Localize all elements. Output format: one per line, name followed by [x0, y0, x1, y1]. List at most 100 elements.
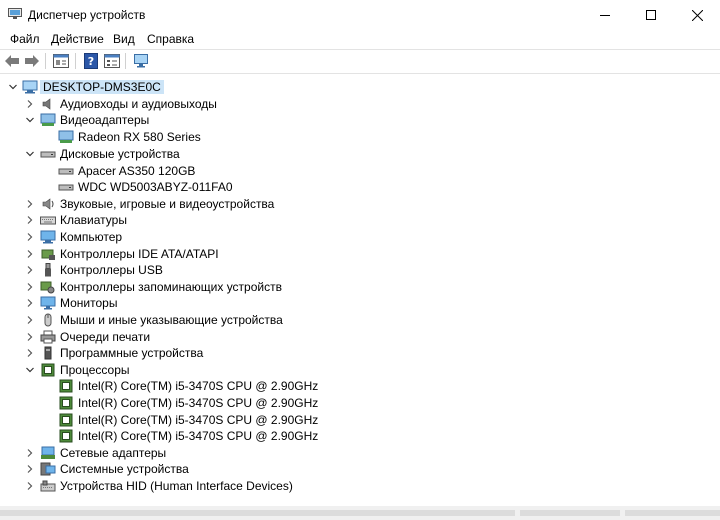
chevron-right-icon[interactable]: [25, 99, 35, 109]
tree-item-label: Apacer AS350 120GB: [78, 164, 196, 178]
tree-item[interactable]: Контроллеры IDE ATA/ATAPI: [0, 246, 720, 263]
tree-item[interactable]: Очереди печати: [0, 329, 720, 346]
usb-icon: [45, 263, 51, 277]
maximize-icon: [646, 10, 656, 20]
chevron-right-icon[interactable]: [25, 199, 35, 209]
tree-item-label: WDC WD5003ABYZ-011FA0: [78, 180, 233, 194]
chevron-right-icon[interactable]: [25, 481, 35, 491]
tree-item-label: Клавиатуры: [60, 213, 127, 227]
chevron-right-icon[interactable]: [25, 298, 35, 308]
tree-item-label: Контроллеры USB: [60, 263, 163, 277]
tree-root-label: DESKTOP-DMS3E0C: [40, 80, 164, 94]
menu-view[interactable]: Вид: [113, 32, 135, 46]
mouse-icon: [44, 313, 52, 327]
back-button[interactable]: [3, 52, 21, 70]
scrollbar-thumb[interactable]: [0, 510, 515, 516]
chevron-right-icon[interactable]: [25, 282, 35, 292]
processor-icon: [59, 396, 73, 410]
display-adapter-icon: [58, 130, 74, 143]
tree-item-child[interactable]: Apacer AS350 120GB: [0, 163, 720, 180]
chevron-right-icon[interactable]: [25, 215, 35, 225]
device-manager-icon: [8, 8, 22, 20]
tree-item[interactable]: Сетевые адаптеры: [0, 445, 720, 462]
tree-item[interactable]: Устройства HID (Human Interface Devices): [0, 478, 720, 495]
tree-item-label: Intel(R) Core(TM) i5-3470S CPU @ 2.90GHz: [78, 429, 319, 443]
tree-item-label: Intel(R) Core(TM) i5-3470S CPU @ 2.90GHz: [78, 379, 319, 393]
tree-item[interactable]: Мониторы: [0, 295, 720, 312]
device-tree: DESKTOP-DMS3E0C Аудиовходы и аудиовыходы…: [0, 76, 720, 506]
hid-icon: [40, 480, 56, 492]
toolbar-separator-line: [0, 73, 720, 74]
forward-button[interactable]: [23, 52, 41, 70]
tree-item-child[interactable]: Intel(R) Core(TM) i5-3470S CPU @ 2.90GHz: [0, 412, 720, 429]
tree-item-label: Программные устройства: [60, 346, 204, 360]
tree-item-label: Аудиовходы и аудиовыходы: [60, 97, 217, 111]
tree-item[interactable]: Контроллеры USB: [0, 262, 720, 279]
tree-item[interactable]: Мыши и иные указывающие устройства: [0, 312, 720, 329]
tree-item-label: Компьютер: [60, 230, 123, 244]
tree-item-child[interactable]: Intel(R) Core(TM) i5-3470S CPU @ 2.90GHz: [0, 378, 720, 395]
processor-icon: [59, 413, 73, 427]
chevron-down-icon[interactable]: [8, 82, 18, 92]
display-adapter-icon: [40, 113, 56, 126]
tree-item-label: Очереди печати: [60, 330, 151, 344]
properties-button[interactable]: [52, 52, 70, 70]
chevron-right-icon[interactable]: [25, 265, 35, 275]
chevron-right-icon[interactable]: [25, 464, 35, 474]
chevron-down-icon[interactable]: [25, 149, 35, 159]
minimize-button[interactable]: [582, 0, 628, 30]
tree-item-label: Intel(R) Core(TM) i5-3470S CPU @ 2.90GHz: [78, 396, 319, 410]
toolbar: ?: [0, 50, 720, 72]
chevron-down-icon[interactable]: [25, 365, 35, 375]
chevron-down-icon[interactable]: [25, 115, 35, 125]
tree-item[interactable]: Дисковые устройства: [0, 146, 720, 163]
printer-icon: [40, 330, 56, 344]
tree-item-label: Мыши и иные указывающие устройства: [60, 313, 283, 327]
computer-icon: [22, 80, 38, 94]
chevron-right-icon[interactable]: [25, 232, 35, 242]
system-device-icon: [40, 462, 56, 476]
tree-item-child[interactable]: WDC WD5003ABYZ-011FA0: [0, 179, 720, 196]
tree-item[interactable]: Процессоры: [0, 362, 720, 379]
view-button[interactable]: [103, 52, 121, 70]
tree-item[interactable]: Системные устройства: [0, 461, 720, 478]
scan-hardware-button[interactable]: [132, 52, 150, 70]
close-button[interactable]: [674, 0, 720, 30]
menu-file[interactable]: Файл: [10, 32, 40, 46]
help-button[interactable]: ?: [82, 52, 100, 70]
chevron-right-icon[interactable]: [25, 348, 35, 358]
chevron-right-icon[interactable]: [25, 448, 35, 458]
tree-root[interactable]: DESKTOP-DMS3E0C: [0, 79, 720, 96]
menu-action[interactable]: Действие: [51, 32, 104, 46]
tree-item-label: Процессоры: [60, 363, 130, 377]
computer-icon: [40, 230, 56, 244]
menu-help[interactable]: Справка: [147, 32, 194, 46]
chevron-right-icon[interactable]: [25, 332, 35, 342]
menu-bar: Файл Действие Вид Справка: [0, 30, 720, 48]
scrollbar-track-segment: [625, 510, 720, 516]
tree-item[interactable]: Компьютер: [0, 229, 720, 246]
tree-item[interactable]: Видеоадаптеры: [0, 112, 720, 129]
chevron-right-icon[interactable]: [25, 249, 35, 259]
tree-item-child[interactable]: Intel(R) Core(TM) i5-3470S CPU @ 2.90GHz: [0, 428, 720, 445]
horizontal-scrollbar[interactable]: [0, 506, 720, 520]
tree-item[interactable]: Клавиатуры: [0, 212, 720, 229]
keyboard-icon: [40, 216, 56, 225]
tree-item[interactable]: Аудиовходы и аудиовыходы: [0, 96, 720, 113]
tree-item-label: Intel(R) Core(TM) i5-3470S CPU @ 2.90GHz: [78, 413, 319, 427]
tree-item-child[interactable]: Radeon RX 580 Series: [0, 129, 720, 146]
maximize-button[interactable]: [628, 0, 674, 30]
chevron-right-icon[interactable]: [25, 315, 35, 325]
monitor-scan-icon: [134, 54, 148, 68]
close-icon: [691, 9, 703, 21]
tree-item[interactable]: Программные устройства: [0, 345, 720, 362]
network-adapter-icon: [41, 446, 55, 459]
tree-item[interactable]: Звуковые, игровые и видеоустройства: [0, 196, 720, 213]
help-icon: ?: [84, 53, 98, 69]
toolbar-separator: [75, 53, 76, 69]
monitor-icon: [40, 296, 56, 310]
minimize-icon: [600, 15, 610, 16]
tree-item[interactable]: Контроллеры запоминающих устройств: [0, 279, 720, 296]
tree-item-child[interactable]: Intel(R) Core(TM) i5-3470S CPU @ 2.90GHz: [0, 395, 720, 412]
ide-controller-icon: [41, 249, 55, 260]
